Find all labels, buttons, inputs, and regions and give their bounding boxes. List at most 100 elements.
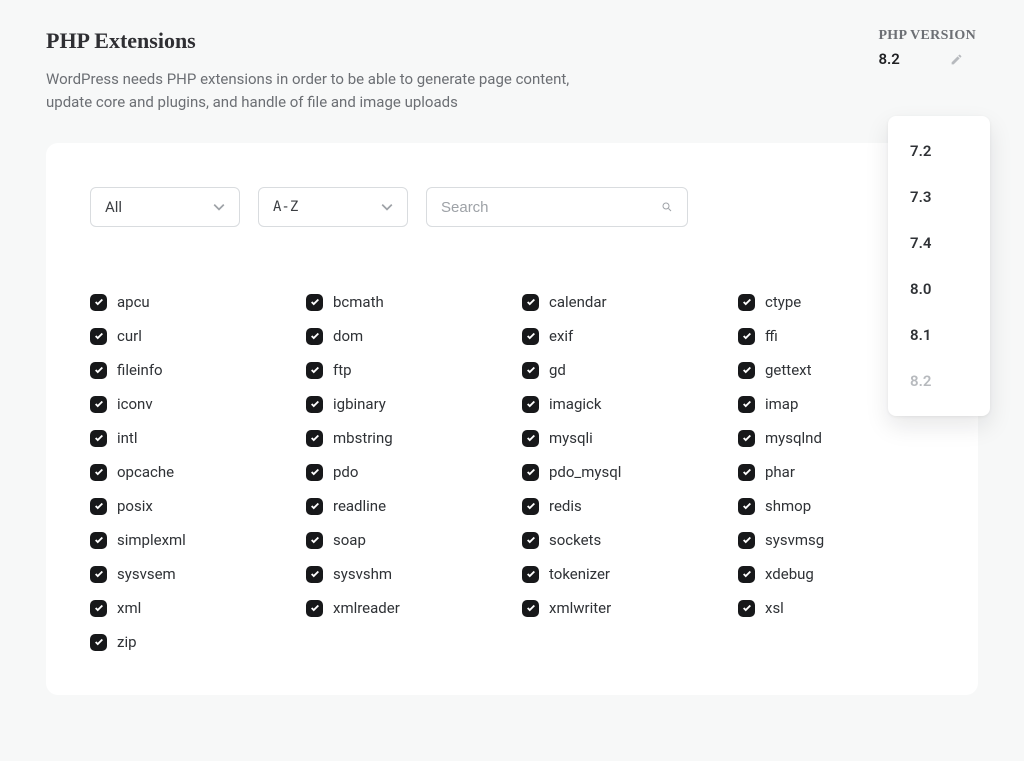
extension-label: mysqli <box>549 429 593 447</box>
checkbox[interactable] <box>738 294 755 311</box>
filter-select[interactable]: All <box>90 187 240 227</box>
extension-item[interactable]: sysvmsg <box>738 531 934 549</box>
extension-item[interactable]: xmlwriter <box>522 599 718 617</box>
checkbox[interactable] <box>90 532 107 549</box>
extension-item[interactable]: mbstring <box>306 429 502 447</box>
checkbox[interactable] <box>306 396 323 413</box>
page-description: WordPress needs PHP extensions in order … <box>46 68 586 113</box>
chevron-down-icon <box>213 201 225 213</box>
checkbox[interactable] <box>306 328 323 345</box>
checkbox[interactable] <box>306 600 323 617</box>
extension-item[interactable]: sockets <box>522 531 718 549</box>
checkbox[interactable] <box>522 464 539 481</box>
extension-item[interactable]: exif <box>522 327 718 345</box>
extension-item[interactable]: xdebug <box>738 565 934 583</box>
extension-item[interactable]: pdo <box>306 463 502 481</box>
checkbox[interactable] <box>90 396 107 413</box>
search-input[interactable] <box>441 199 661 216</box>
checkbox[interactable] <box>522 430 539 447</box>
checkbox[interactable] <box>90 600 107 617</box>
extension-item[interactable]: apcu <box>90 293 286 311</box>
extension-item[interactable]: bcmath <box>306 293 502 311</box>
php-version-option[interactable]: 8.0 <box>888 266 990 312</box>
checkbox[interactable] <box>522 362 539 379</box>
extension-item[interactable]: igbinary <box>306 395 502 413</box>
extension-item[interactable]: shmop <box>738 497 934 515</box>
checkbox[interactable] <box>90 362 107 379</box>
sort-select[interactable]: A-Z <box>258 187 408 227</box>
checkbox[interactable] <box>306 430 323 447</box>
extension-label: fileinfo <box>117 361 163 379</box>
extension-item[interactable]: pdo_mysql <box>522 463 718 481</box>
search-icon <box>661 201 673 213</box>
checkbox[interactable] <box>306 362 323 379</box>
extension-item[interactable]: intl <box>90 429 286 447</box>
checkbox[interactable] <box>90 498 107 515</box>
checkbox[interactable] <box>90 634 107 651</box>
checkbox[interactable] <box>522 294 539 311</box>
extension-item[interactable]: mysqli <box>522 429 718 447</box>
search-field[interactable] <box>426 187 688 227</box>
extension-item[interactable]: gd <box>522 361 718 379</box>
extension-label: posix <box>117 497 153 515</box>
extension-item[interactable]: imagick <box>522 395 718 413</box>
checkbox[interactable] <box>522 600 539 617</box>
extension-item[interactable]: posix <box>90 497 286 515</box>
checkbox[interactable] <box>738 566 755 583</box>
extension-item[interactable]: xsl <box>738 599 934 617</box>
extension-item[interactable]: sysvsem <box>90 565 286 583</box>
php-version-current[interactable]: 8.2 <box>878 50 976 68</box>
checkbox[interactable] <box>306 566 323 583</box>
extension-item[interactable]: simplexml <box>90 531 286 549</box>
extension-item[interactable]: iconv <box>90 395 286 413</box>
extension-item[interactable]: tokenizer <box>522 565 718 583</box>
checkbox[interactable] <box>522 532 539 549</box>
checkbox[interactable] <box>522 396 539 413</box>
checkbox[interactable] <box>90 566 107 583</box>
extension-item[interactable]: ftp <box>306 361 502 379</box>
extension-label: opcache <box>117 463 174 481</box>
php-version-block: PHP VERSION 8.2 <box>878 28 978 68</box>
checkbox[interactable] <box>90 294 107 311</box>
checkbox[interactable] <box>738 328 755 345</box>
extension-label: zip <box>117 633 137 651</box>
checkbox[interactable] <box>738 430 755 447</box>
extension-item[interactable]: readline <box>306 497 502 515</box>
extension-item[interactable]: xml <box>90 599 286 617</box>
checkbox[interactable] <box>306 532 323 549</box>
extension-label: tokenizer <box>549 565 610 583</box>
checkbox[interactable] <box>306 498 323 515</box>
extension-item[interactable]: dom <box>306 327 502 345</box>
php-version-option[interactable]: 7.2 <box>888 128 990 174</box>
checkbox[interactable] <box>738 396 755 413</box>
checkbox[interactable] <box>306 464 323 481</box>
checkbox[interactable] <box>738 498 755 515</box>
extension-item[interactable]: calendar <box>522 293 718 311</box>
extension-item[interactable]: xmlreader <box>306 599 502 617</box>
checkbox[interactable] <box>738 600 755 617</box>
checkbox[interactable] <box>90 430 107 447</box>
extension-item[interactable]: opcache <box>90 463 286 481</box>
checkbox[interactable] <box>522 566 539 583</box>
checkbox[interactable] <box>738 532 755 549</box>
php-version-label: PHP VERSION <box>878 28 976 44</box>
checkbox[interactable] <box>522 498 539 515</box>
extension-item[interactable]: soap <box>306 531 502 549</box>
extension-item[interactable]: zip <box>90 633 286 651</box>
extension-item[interactable]: curl <box>90 327 286 345</box>
extension-item[interactable]: fileinfo <box>90 361 286 379</box>
checkbox[interactable] <box>90 328 107 345</box>
extension-item[interactable]: sysvshm <box>306 565 502 583</box>
extension-item[interactable]: redis <box>522 497 718 515</box>
extension-label: intl <box>117 429 138 447</box>
php-version-option[interactable]: 8.1 <box>888 312 990 358</box>
php-version-option[interactable]: 7.4 <box>888 220 990 266</box>
checkbox[interactable] <box>522 328 539 345</box>
checkbox[interactable] <box>306 294 323 311</box>
checkbox[interactable] <box>90 464 107 481</box>
checkbox[interactable] <box>738 362 755 379</box>
php-version-option[interactable]: 7.3 <box>888 174 990 220</box>
extension-item[interactable]: mysqlnd <box>738 429 934 447</box>
checkbox[interactable] <box>738 464 755 481</box>
extension-item[interactable]: phar <box>738 463 934 481</box>
